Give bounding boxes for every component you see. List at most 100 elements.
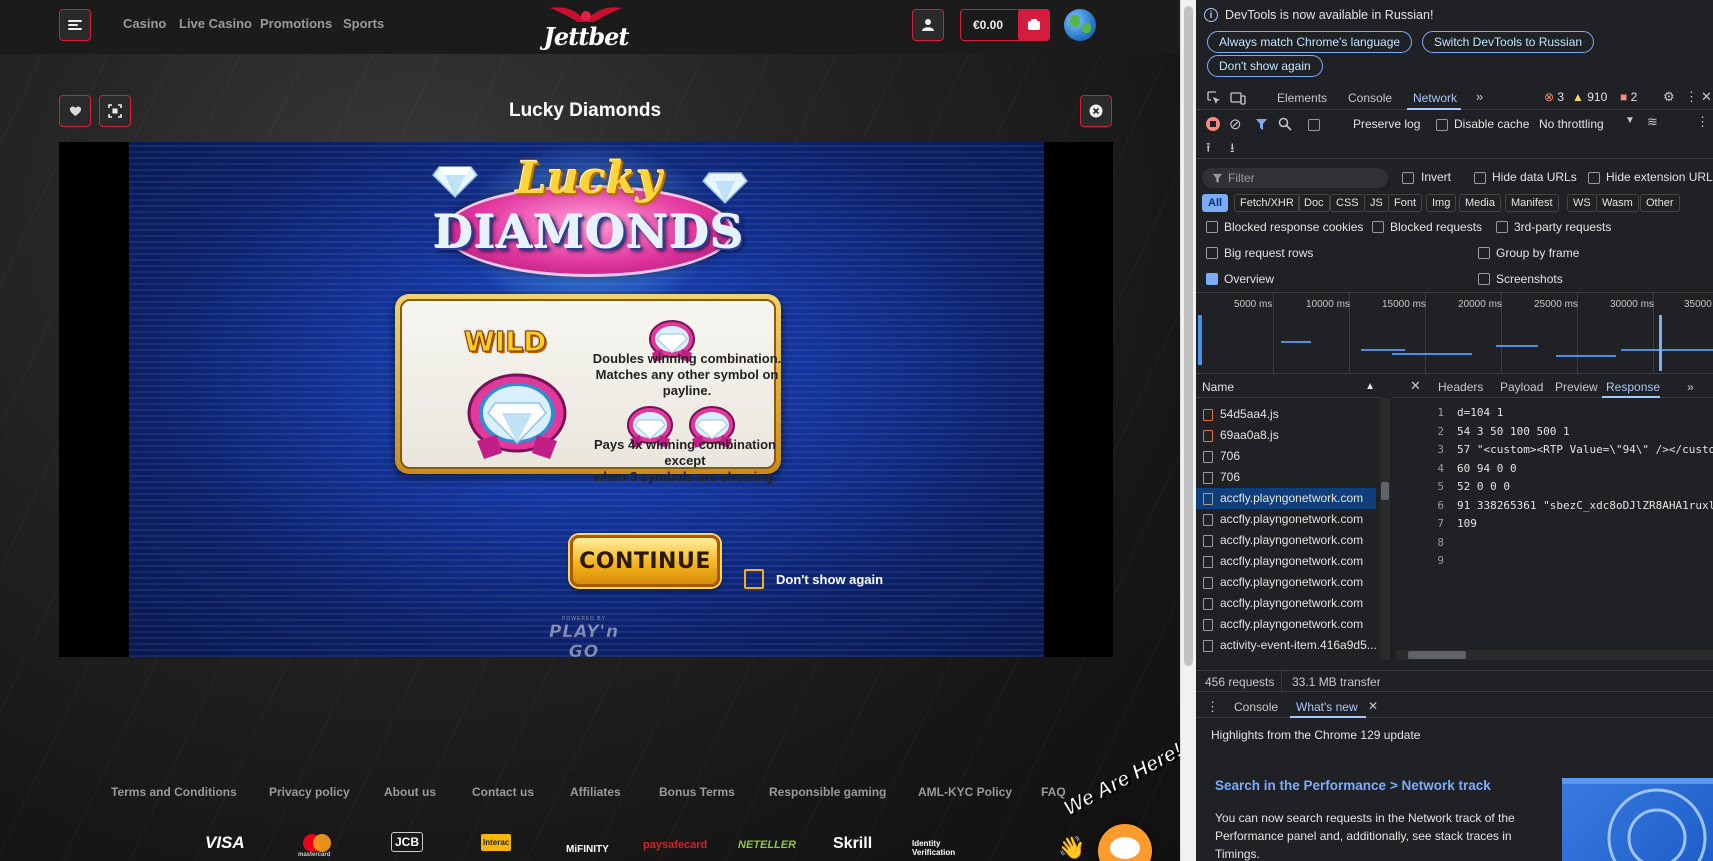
game-canvas[interactable]: Lucky DIAMONDS WILD Doubles winning comb… [129, 142, 1044, 657]
filter-funnel-icon[interactable] [1255, 118, 1268, 131]
chip-doc[interactable]: Doc [1298, 194, 1330, 212]
settings-gear-icon[interactable]: ⚙ [1663, 89, 1675, 105]
footer-link-contact[interactable]: Contact us [472, 785, 534, 799]
import-har-upload-icon[interactable]: ⭱ [1206, 139, 1211, 161]
hide-extension-urls-checkbox[interactable] [1588, 172, 1600, 184]
chip-wasm[interactable]: Wasm [1596, 194, 1639, 212]
footer-link-privacy[interactable]: Privacy policy [269, 785, 350, 799]
record-stop-icon[interactable] [1206, 117, 1220, 131]
switch-to-russian-button[interactable]: Switch DevTools to Russian [1422, 31, 1595, 53]
close-devtools-icon[interactable]: ✕ [1701, 89, 1712, 105]
preserve-log-checkbox[interactable] [1308, 119, 1320, 131]
footer-link-affiliates[interactable]: Affiliates [570, 785, 621, 799]
tab-console[interactable]: Console [1348, 91, 1392, 105]
request-row[interactable]: accfly.playngonetwork.com [1196, 488, 1376, 509]
tab-headers[interactable]: Headers [1438, 380, 1483, 394]
error-count-icon[interactable]: ⊗ 3 [1544, 90, 1564, 104]
tab-elements[interactable]: Elements [1277, 91, 1327, 105]
nav-live-casino[interactable]: Live Casino [179, 16, 252, 31]
nav-casino[interactable]: Casino [123, 16, 166, 31]
group-by-frame-checkbox[interactable] [1478, 247, 1490, 259]
network-conditions-wifi-icon[interactable]: ≋ [1647, 114, 1658, 130]
tab-payload[interactable]: Payload [1500, 380, 1543, 394]
tab-response[interactable]: Response [1606, 380, 1660, 394]
filter-input[interactable]: Filter [1202, 168, 1388, 188]
balance-widget[interactable]: €0.00 [960, 9, 1050, 41]
name-column-header[interactable]: Name ▲ [1196, 376, 1381, 398]
blocked-requests-checkbox[interactable] [1372, 221, 1384, 233]
always-match-language-button[interactable]: Always match Chrome's language [1207, 31, 1413, 53]
page-scrollbar-thumb[interactable] [1184, 6, 1193, 666]
footer-link-about[interactable]: About us [384, 785, 436, 799]
third-party-checkbox[interactable] [1496, 221, 1508, 233]
network-overview-timeline[interactable]: 5000 ms 10000 ms 15000 ms 20000 ms 25000… [1196, 292, 1713, 374]
request-row[interactable]: accfly.playngonetwork.com [1196, 509, 1376, 530]
hide-data-urls-checkbox[interactable] [1474, 172, 1486, 184]
chip-manifest[interactable]: Manifest [1505, 194, 1559, 212]
footer-link-faq[interactable]: FAQ [1041, 785, 1066, 799]
response-horizontal-scrollbar[interactable] [1396, 650, 1713, 660]
close-whats-new-icon[interactable]: ✕ [1368, 699, 1378, 713]
drawer-tab-whats-new[interactable]: What's new [1296, 700, 1358, 714]
more-detail-tabs-chevron-icon[interactable]: » [1687, 380, 1694, 394]
dont-show-again-checkbox[interactable]: Don't show again [744, 569, 883, 589]
menu-button[interactable] [59, 9, 91, 41]
issues-count-icon[interactable]: ■ 2 [1620, 90, 1637, 104]
big-request-rows-checkbox[interactable] [1206, 247, 1218, 259]
chip-img[interactable]: Img [1426, 194, 1457, 212]
site-logo[interactable]: Jettbet [538, 0, 634, 54]
chip-fetch-xhr[interactable]: Fetch/XHR [1234, 194, 1300, 212]
chip-css[interactable]: CSS [1330, 194, 1365, 212]
request-row[interactable]: accfly.playngonetwork.com [1196, 593, 1376, 614]
chip-js[interactable]: JS [1364, 194, 1389, 212]
drawer-tab-console[interactable]: Console [1234, 700, 1278, 714]
clear-log-icon[interactable]: ⊘ [1229, 115, 1242, 133]
wallet-button[interactable] [1018, 9, 1050, 41]
continue-button[interactable]: CONTINUE [570, 535, 720, 587]
request-row[interactable]: accfly.playngonetwork.com [1196, 572, 1376, 593]
disable-cache-checkbox[interactable] [1436, 119, 1448, 131]
request-row[interactable]: accfly.playngonetwork.com [1196, 551, 1376, 572]
request-row[interactable]: activity-event-item.416a9d5... [1196, 635, 1376, 656]
close-game-button[interactable] [1080, 95, 1112, 127]
checkbox-box[interactable] [744, 569, 764, 589]
footer-link-aml-kyc[interactable]: AML-KYC Policy [918, 785, 1012, 799]
dont-show-again-button[interactable]: Don't show again [1207, 55, 1323, 77]
drawer-menu-icon[interactable]: ⋮ [1206, 699, 1219, 715]
request-row[interactable]: 69aa0a8.js [1196, 425, 1376, 446]
footer-link-responsible-gaming[interactable]: Responsible gaming [769, 785, 886, 799]
tab-network[interactable]: Network [1413, 91, 1457, 105]
network-settings-icon[interactable]: ⋮ [1696, 114, 1709, 130]
chip-other[interactable]: Other [1640, 194, 1680, 212]
nav-promotions[interactable]: Promotions [260, 16, 332, 31]
invert-checkbox[interactable] [1402, 172, 1414, 184]
request-row[interactable]: 54d5aa4.js [1196, 404, 1376, 425]
throttling-select[interactable]: No throttling [1539, 117, 1604, 131]
warning-count-icon[interactable]: ▲ 910 [1572, 90, 1607, 104]
tab-preview[interactable]: Preview [1555, 380, 1598, 394]
page-scrollbar[interactable] [1180, 0, 1196, 861]
close-detail-icon[interactable]: ✕ [1410, 378, 1421, 394]
nav-sports[interactable]: Sports [343, 16, 384, 31]
chevron-down-icon[interactable]: ▼ [1625, 115, 1635, 126]
overview-checkbox[interactable] [1206, 273, 1218, 285]
request-row[interactable]: 706 [1196, 467, 1376, 488]
whats-new-item-title[interactable]: Search in the Performance > Network trac… [1215, 778, 1491, 793]
export-har-download-icon[interactable]: ⭳ [1230, 139, 1235, 161]
request-row[interactable]: accfly.playngonetwork.com [1196, 530, 1376, 551]
blocked-response-cookies-checkbox[interactable] [1206, 221, 1218, 233]
more-tabs-chevron-icon[interactable]: » [1476, 89, 1483, 104]
chip-media[interactable]: Media [1459, 194, 1501, 212]
footer-link-bonus-terms[interactable]: Bonus Terms [659, 785, 735, 799]
footer-link-terms[interactable]: Terms and Conditions [111, 785, 237, 799]
customize-more-icon[interactable]: ⋮ [1685, 89, 1698, 105]
user-account-button[interactable] [912, 9, 944, 41]
device-toolbar-icon[interactable] [1230, 90, 1246, 106]
request-row[interactable]: 706 [1196, 446, 1376, 467]
chip-ws[interactable]: WS [1567, 194, 1597, 212]
request-list-scrollbar[interactable] [1380, 398, 1390, 660]
language-globe-icon[interactable] [1064, 9, 1096, 41]
screenshots-checkbox[interactable] [1478, 273, 1490, 285]
request-row[interactable]: accfly.playngonetwork.com [1196, 614, 1376, 635]
chip-font[interactable]: Font [1388, 194, 1423, 212]
